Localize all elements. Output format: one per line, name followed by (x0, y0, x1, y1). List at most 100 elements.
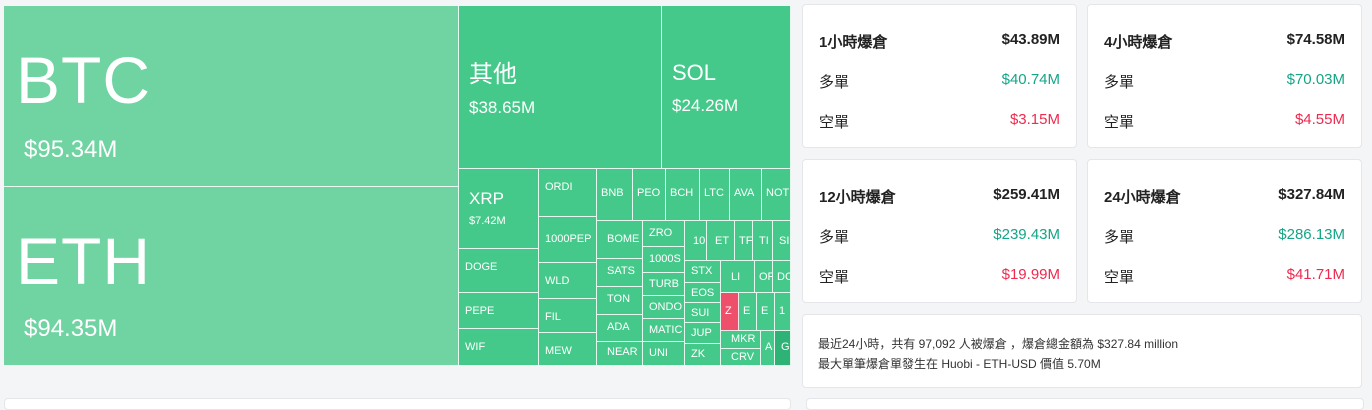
card-1h-liquidation: 1小時爆倉 $43.89M 多單 $40.74M 空單 $3.15M (802, 4, 1077, 148)
long-label: 多單 (819, 74, 850, 91)
tile-symbol: WIF (465, 341, 486, 353)
tile-symbol: AVA (734, 187, 755, 199)
tile-value: $7.42M (469, 215, 506, 227)
tile-ti[interactable]: TI (753, 221, 773, 261)
tile-g[interactable]: G (775, 331, 791, 366)
tile-a[interactable]: A (761, 331, 775, 366)
tile-stx[interactable]: STX (685, 261, 721, 283)
long-value: $40.74M (1001, 71, 1060, 88)
tile-symbol: SOL (672, 60, 717, 85)
tile-si[interactable]: SI (773, 221, 791, 261)
short-value: $41.71M (1286, 266, 1345, 283)
tile-other[interactable]: 其他 $38.65M (459, 6, 662, 169)
tile-symbol: 1000PEP (545, 233, 592, 245)
tile-symbol: MEW (545, 345, 572, 357)
tile-symbol: JUP (691, 327, 712, 339)
summary-line-2: 最大單筆爆倉單發生在 Huobi - ETH-USD 價值 5.70M (818, 357, 1101, 371)
bottom-panel-right (806, 398, 1364, 410)
tile-tf[interactable]: TF (735, 221, 753, 261)
long-label: 多單 (1104, 74, 1135, 91)
tile-symbol: XRP (469, 189, 504, 208)
tile-peo[interactable]: PEO (633, 169, 666, 221)
tile-symbol: ZRO (649, 227, 673, 239)
tile-symbol: BNB (601, 187, 624, 199)
tile-symbol: E (761, 305, 769, 317)
tile-zk[interactable]: ZK (685, 344, 721, 366)
short-row: 空單 $3.15M (819, 111, 1060, 131)
tile-mkr[interactable]: MKR (721, 331, 761, 349)
tile-zro[interactable]: ZRO (643, 221, 685, 247)
tile-matic[interactable]: MATIC (643, 319, 685, 342)
tile-symbol: SATS (607, 265, 635, 277)
tile-doge[interactable]: DOGE (459, 249, 539, 293)
tile-symbol: 1000S (649, 253, 681, 265)
tile-sats[interactable]: SATS (597, 259, 643, 287)
tile-ondo[interactable]: ONDO (643, 296, 685, 319)
card-title: 12小時爆倉 (819, 189, 896, 206)
card-title: 1小時爆倉 (819, 34, 888, 51)
tile-turb[interactable]: TURB (643, 273, 685, 296)
tile-1[interactable]: 1 (775, 293, 791, 331)
bottom-panel-left (4, 398, 791, 410)
card-total: $259.41M (993, 186, 1060, 203)
tile-symbol: DC (777, 271, 790, 283)
tile-pepe[interactable]: PEPE (459, 293, 539, 329)
tile-symbol: ET (715, 235, 730, 247)
tile-symbol: ORDI (545, 181, 573, 193)
tile-symbol: MATIC (649, 324, 683, 336)
tile-bch[interactable]: BCH (666, 169, 700, 221)
tile-btc[interactable]: BTC $95.34M (4, 6, 459, 187)
tile-of[interactable]: OF (755, 261, 773, 293)
tile-value: $24.26M (672, 96, 739, 115)
tile-xrp[interactable]: XRP $7.42M (459, 169, 539, 249)
card-header: 24小時爆倉 $327.84M (1104, 186, 1345, 206)
tile-symbol: MKR (731, 333, 756, 345)
tile-1000s[interactable]: 1000S (643, 247, 685, 273)
tile-symbol: TURB (649, 278, 679, 290)
tile-bnb[interactable]: BNB (597, 169, 633, 221)
tile-symbol: 其他 (469, 61, 517, 88)
tile-symbol: LTC (704, 187, 724, 199)
tile-mew[interactable]: MEW (539, 333, 597, 366)
tile-e1[interactable]: E (739, 293, 757, 331)
card-total: $43.89M (1001, 31, 1060, 48)
tile-ada[interactable]: ADA (597, 315, 643, 342)
tile-not[interactable]: NOT (762, 169, 791, 221)
card-header: 1小時爆倉 $43.89M (819, 31, 1060, 51)
tile-ton[interactable]: TON (597, 287, 643, 315)
tile-uni[interactable]: UNI (643, 342, 685, 366)
long-label: 多單 (1104, 229, 1135, 246)
tile-symbol: ETH (16, 224, 151, 298)
tile-eth[interactable]: ETH $94.35M (4, 187, 459, 366)
tile-eos[interactable]: EOS (685, 283, 721, 303)
tile-ltc[interactable]: LTC (700, 169, 730, 221)
tile-sui[interactable]: SUI (685, 303, 721, 323)
tile-bome[interactable]: BOME (597, 221, 643, 259)
tile-value: $95.34M (24, 136, 118, 163)
tile-near[interactable]: NEAR (597, 342, 643, 366)
tile-symbol: SUI (691, 307, 710, 319)
card-total: $327.84M (1278, 186, 1345, 203)
tile-wld[interactable]: WLD (539, 263, 597, 299)
tile-symbol: CRV (731, 351, 755, 363)
tile-crv[interactable]: CRV (721, 349, 761, 366)
tile-jup[interactable]: JUP (685, 323, 721, 344)
tile-ava[interactable]: AVA (730, 169, 762, 221)
summary-line-1: 最近24小時，共有 97,092 人被爆倉 ，爆倉總金額為 $327.84 mi… (818, 337, 1179, 351)
long-label: 多單 (819, 229, 850, 246)
tile-et[interactable]: ET (707, 221, 735, 261)
tile-e2[interactable]: E (757, 293, 775, 331)
tile-fil[interactable]: FIL (539, 299, 597, 333)
tile-dc[interactable]: DC (773, 261, 791, 293)
tile-symbol: PEO (637, 187, 661, 199)
tile-z[interactable]: Z (721, 293, 739, 331)
tile-wif[interactable]: WIF (459, 329, 539, 366)
short-value: $19.99M (1001, 266, 1060, 283)
tile-10[interactable]: 10 (685, 221, 707, 261)
tile-symbol: LI (731, 271, 741, 283)
tile-ordi[interactable]: ORDI (539, 169, 597, 217)
tile-symbol: TI (759, 235, 769, 247)
tile-li[interactable]: LI (721, 261, 755, 293)
tile-1000pep[interactable]: 1000PEP (539, 217, 597, 263)
tile-sol[interactable]: SOL $24.26M (662, 6, 791, 169)
